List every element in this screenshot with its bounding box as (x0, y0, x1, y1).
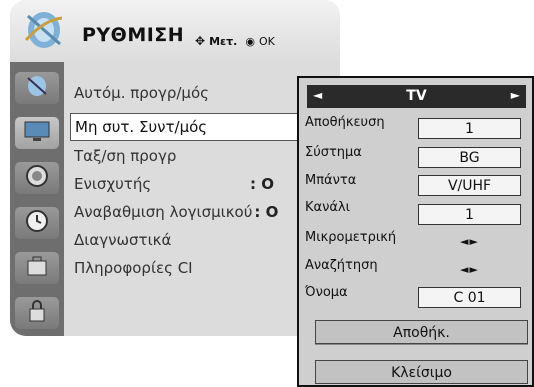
divider (315, 344, 528, 345)
fine-tuning-label: Μικρομετρική (305, 230, 397, 245)
satellite-logo-icon (20, 6, 68, 54)
fine-tuning-arrows[interactable]: ◄► (418, 231, 521, 252)
menu-item-booster[interactable]: Ενισχυτής : Ο (74, 175, 274, 193)
channel-label: Κανάλι (305, 200, 351, 215)
band-label: Μπάντα (305, 173, 357, 188)
sidebar-option[interactable] (15, 252, 59, 284)
menu-item-auto-tuning[interactable]: Αυτόμ. προγρ/μός (74, 84, 209, 102)
sidebar-lock[interactable] (15, 297, 59, 329)
storage-field[interactable]: 1 (418, 118, 521, 139)
settings-panel: ΡΥΘΜΙΣΗ ✥ Μετ. ◉ OK Αυτόμ. προγρ/μός Μη … (10, 0, 340, 336)
navigation-hint: ✥ Μετ. ◉ OK (195, 34, 275, 48)
sidebar-picture[interactable] (15, 117, 59, 149)
storage-label: Αποθήκευση (305, 115, 385, 130)
menu-item-label: Μη συτ. Συντ/μός (75, 118, 208, 136)
store-button[interactable]: Αποθήκ. (315, 320, 528, 344)
sidebar-time[interactable] (15, 207, 59, 239)
name-field[interactable]: C 01 (418, 287, 521, 308)
menu-item-label: Αυτόμ. προγρ/μός (74, 84, 209, 102)
ok-button-icon: ◉ (245, 34, 255, 48)
channel-field[interactable]: 1 (418, 204, 521, 225)
lock-icon (26, 299, 48, 327)
close-button[interactable]: Κλείσιμο (315, 360, 528, 384)
satellite-dish-icon (24, 74, 50, 102)
menu-item-programme-edit[interactable]: Ταξ/ση προγρ (74, 147, 176, 165)
menu-item-label: Αναβαθμιση λογισμικού (74, 203, 253, 221)
menu-item-label: Ταξ/ση προγρ (74, 147, 177, 165)
move-hint-label: Μετ. (209, 34, 238, 48)
search-label: Αναζήτηση (305, 258, 378, 273)
band-field[interactable]: V/UHF (418, 175, 521, 196)
manual-tuning-popup: ◄ TV ► Αποθήκευση 1 Σύστημα BG Μπάντα V/… (297, 76, 534, 387)
tv-screen-icon (23, 120, 51, 146)
briefcase-icon (25, 255, 49, 281)
menu-item-label: Ενισχυτής (74, 175, 152, 193)
popup-title: TV (406, 88, 427, 104)
menu-item-value: : Ο (254, 203, 279, 221)
menu-item-software-update[interactable]: Αναβαθμιση λογισμικού: Ο (74, 203, 278, 221)
panel-header: ΡΥΘΜΙΣΗ ✥ Μετ. ◉ OK (10, 0, 340, 62)
clock-icon (25, 209, 49, 237)
tv-source-selector[interactable]: ◄ TV ► (307, 85, 526, 108)
menu-item-value: : Ο (250, 175, 274, 193)
menu-item-label: Διαγνωστικά (74, 231, 172, 249)
move-arrows-icon: ✥ (195, 34, 206, 48)
sidebar-audio[interactable] (15, 162, 59, 194)
menu-item-diagnostics[interactable]: Διαγνωστικά (74, 231, 171, 249)
page-title: ΡΥΘΜΙΣΗ (82, 24, 185, 46)
right-arrow-icon[interactable]: ► (511, 88, 520, 102)
search-arrows[interactable]: ◄► (418, 259, 521, 280)
system-field[interactable]: BG (418, 147, 521, 168)
ok-hint-label: OK (258, 34, 275, 48)
system-label: Σύστημα (305, 145, 362, 160)
name-label: Όνομα (305, 285, 348, 300)
category-sidebar (10, 62, 64, 336)
menu-item-label: Πληροφορίες CI (74, 259, 193, 277)
menu-item-ci-information[interactable]: Πληροφορίες CI (74, 259, 193, 277)
sidebar-setup[interactable] (15, 72, 59, 104)
speaker-icon (25, 164, 49, 192)
